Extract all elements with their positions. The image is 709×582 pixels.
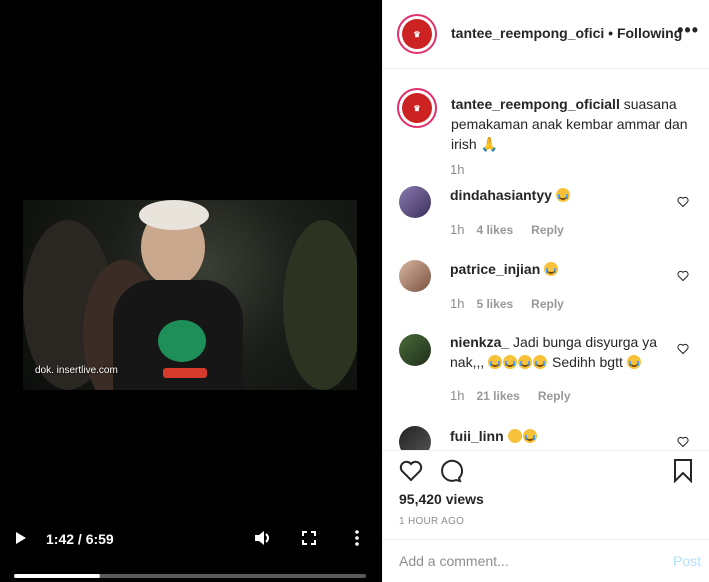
comment-meta: 1h 4 likes Reply [450,222,582,237]
view-count[interactable]: 95,420 views [399,491,484,507]
comment-reply[interactable]: Reply [538,389,571,403]
comment-time[interactable]: 1h [450,388,464,403]
volume-icon[interactable] [254,530,272,550]
comment-username[interactable]: patrice_injian [450,261,540,277]
video-frame[interactable]: dok. insertlive.com [23,200,357,390]
video-player[interactable]: dok. insertlive.com 1:42 / 6:59 [0,0,382,582]
crying-emoji-icon [544,262,559,276]
like-heart-icon[interactable] [677,270,689,282]
video-progress-fill [14,574,101,578]
fullscreen-icon[interactable] [302,531,316,549]
man-hair [139,200,209,230]
comment-icon[interactable] [439,459,463,483]
comment-meta: 1h 5 likes Reply [450,296,582,311]
comment-body: fuii_linn [450,426,668,446]
like-heart-icon[interactable] [677,436,689,448]
play-icon[interactable] [15,531,27,549]
sad-emoji-icon [507,429,522,443]
comment-username[interactable]: fuii_linn [450,428,504,444]
crying-emoji-icon [533,355,548,369]
instagram-post-modal: dok. insertlive.com 1:42 / 6:59 ♛ tantee… [0,0,709,582]
comment-avatar[interactable] [399,186,431,218]
comment-text-2: Sedihh bgtt [548,354,627,370]
comment-username[interactable]: dindahasiantyy [450,187,552,203]
comment-meta: 1h 21 likes Reply [450,388,589,403]
background-person [283,220,357,390]
like-heart-icon[interactable] [677,196,689,208]
tiger-logo [158,320,206,362]
comment-likes[interactable]: 21 likes [476,389,519,403]
crying-emoji-icon [626,355,641,369]
comment-likes[interactable]: 4 likes [476,223,513,237]
comment-partial: fuii_linn [383,420,709,450]
video-watermark: dok. insertlive.com [35,365,118,376]
like-icon[interactable] [399,459,423,483]
video-controls: 1:42 / 6:59 [0,518,382,582]
shirt-text [163,368,207,378]
post-button[interactable]: Post [673,553,701,569]
comment-time[interactable]: 1h [450,222,464,237]
comment-avatar[interactable] [399,334,431,366]
post-timestamp: 1 HOUR AGO [399,516,465,527]
crying-emoji-icon [488,355,503,369]
comment-input[interactable]: Add a comment... [399,553,509,569]
comment-likes[interactable]: 5 likes [476,297,513,311]
crying-emoji-icon [503,355,518,369]
bookmark-icon[interactable] [673,459,693,483]
post-caption: tantee_reempong_oficiall suasana pemakam… [451,94,691,154]
crying-emoji-icon [522,429,537,443]
comment-reply[interactable]: Reply [531,223,564,237]
add-comment-bar: Add a comment... Post [383,539,709,582]
brand-logo: ♛ [402,93,432,123]
like-heart-icon[interactable] [677,343,689,355]
comment-username[interactable]: nienkza_ [450,334,509,350]
comment-avatar[interactable] [399,260,431,292]
video-more-icon[interactable] [355,530,359,550]
comment-avatar[interactable] [399,426,431,450]
comment-reply[interactable]: Reply [531,297,564,311]
comment-body: dindahasiantyy [450,185,668,205]
crying-emoji-icon [518,355,533,369]
crying-emoji-icon [555,188,570,202]
comment-body: patrice_injian [450,259,668,279]
caption-time[interactable]: 1h [450,162,464,177]
post-actions: 95,420 views 1 HOUR AGO [383,450,709,541]
comment-body: nienkza_ Jadi bunga disyurga ya nak,,, S… [450,332,668,372]
video-time: 1:42 / 6:59 [46,531,114,547]
comment-time[interactable]: 1h [450,296,464,311]
caption-avatar[interactable]: ♛ [397,88,437,128]
video-progress-bar[interactable] [14,574,366,578]
post-sidebar: ♛ tantee_reempong_ofici • Following ••• … [382,0,709,582]
caption-username[interactable]: tantee_reempong_oficiall [451,96,620,112]
